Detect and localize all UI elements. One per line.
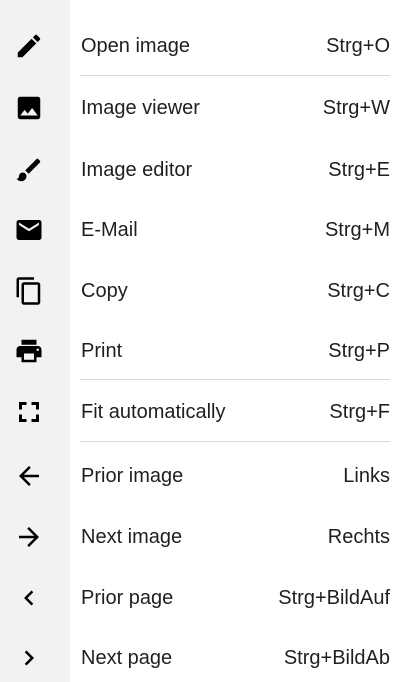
menu-item-fit-automatically[interactable]: Fit automatically Strg+F (0, 382, 406, 442)
menu-item-label: Prior image (81, 465, 184, 487)
menu-item-shortcut: Strg+O (326, 35, 390, 57)
menu-item-shortcut: Links (343, 465, 390, 487)
menu-item-shortcut: Strg+W (322, 97, 390, 119)
fit-screen-icon (14, 397, 44, 427)
menu-item-label: Copy (81, 280, 128, 302)
menu-item-shortcut: Rechts (327, 526, 390, 548)
menu-separator (80, 441, 390, 442)
menu-item-label: Image viewer (81, 97, 200, 119)
menu-item-label: Next image (81, 526, 183, 548)
menu-separator (80, 75, 390, 76)
menu-item-label: Print (81, 340, 123, 362)
menu-item-shortcut: Strg+M (324, 219, 390, 241)
menu-item-email[interactable]: E-Mail Strg+M (0, 200, 406, 260)
chevron-left-icon (14, 583, 44, 613)
chevron-right-icon (14, 643, 44, 673)
arrow-right-icon (14, 522, 44, 552)
copy-icon (14, 276, 44, 306)
menu-item-shortcut: Strg+E (328, 159, 390, 181)
menu-item-label: E-Mail (81, 219, 138, 241)
menu-item-prior-page[interactable]: Prior page Strg+BildAuf (0, 568, 406, 628)
menu-item-copy[interactable]: Copy Strg+C (0, 261, 406, 321)
menu-item-next-image[interactable]: Next image Rechts (0, 507, 406, 567)
brush-icon (14, 155, 44, 185)
arrow-left-icon (14, 461, 44, 491)
context-menu: Open image Strg+O Image viewer Strg+W Im… (0, 0, 406, 682)
menu-item-shortcut: Strg+P (328, 340, 390, 362)
pencil-icon (14, 31, 44, 61)
menu-item-label: Next page (81, 647, 173, 669)
menu-item-next-page[interactable]: Next page Strg+BildAb (0, 628, 406, 682)
mail-icon (14, 215, 44, 245)
menu-item-image-viewer[interactable]: Image viewer Strg+W (0, 78, 406, 138)
menu-item-shortcut: Strg+C (327, 280, 390, 302)
menu-item-label: Prior page (81, 587, 174, 609)
menu-item-shortcut: Strg+F (329, 401, 390, 423)
menu-item-prior-image[interactable]: Prior image Links (0, 446, 406, 506)
menu-item-shortcut: Strg+BildAb (283, 647, 390, 669)
menu-item-image-editor[interactable]: Image editor Strg+E (0, 140, 406, 200)
print-icon (14, 336, 44, 366)
menu-separator (80, 379, 390, 380)
menu-item-label: Fit automatically (81, 401, 226, 423)
menu-item-print[interactable]: Print Strg+P (0, 321, 406, 381)
menu-item-label: Image editor (81, 159, 193, 181)
menu-item-open-image[interactable]: Open image Strg+O (0, 16, 406, 76)
menu-item-shortcut: Strg+BildAuf (278, 587, 390, 609)
menu-item-label: Open image (81, 35, 190, 57)
image-icon (14, 93, 44, 123)
